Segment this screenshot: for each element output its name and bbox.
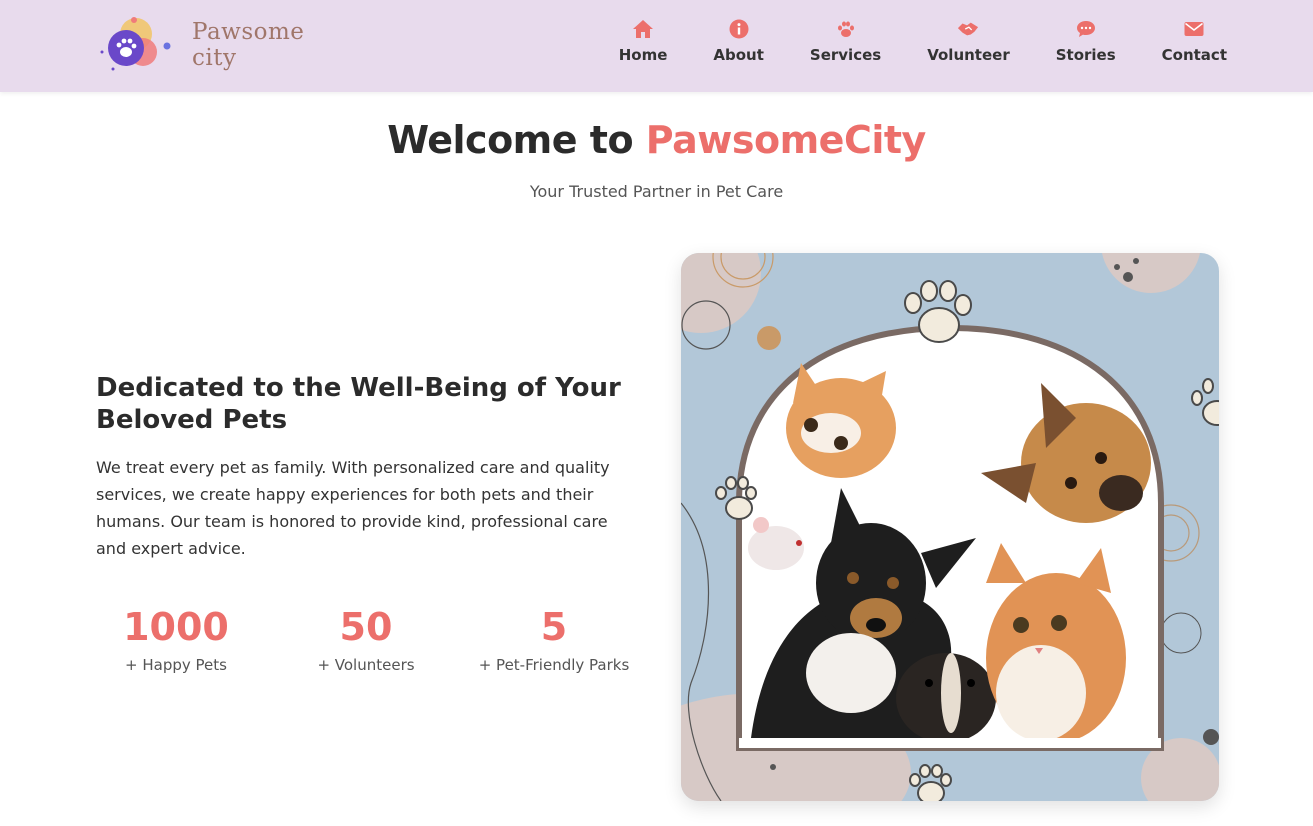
nav-label-stories: Stories [1055, 46, 1116, 64]
chat-icon [1075, 18, 1097, 40]
hero-subtitle: Your Trusted Partner in Pet Care [529, 182, 784, 201]
stats-row: 1000 + Happy Pets 50 + Volunteers 5 + Pe… [96, 604, 656, 694]
stat-label: + Volunteers [317, 656, 415, 674]
nav-item-services[interactable]: Services [810, 18, 881, 74]
stat-value: 1000 [123, 605, 229, 649]
nav-label-volunteer: Volunteer [927, 46, 1010, 64]
info-icon [728, 18, 750, 40]
nav-label-contact: Contact [1161, 46, 1227, 64]
stat-label: + Pet-Friendly Parks [478, 656, 630, 674]
brand-logo[interactable]: Pawsome city [98, 12, 348, 78]
stat-happy-pets: 1000 + Happy Pets [116, 604, 236, 674]
stat-parks: 5 + Pet-Friendly Parks [474, 604, 634, 674]
about-body: We treat every pet as family. With perso… [96, 458, 610, 558]
stat-value: 50 [339, 605, 393, 649]
brand-name: Pawsome city [192, 19, 305, 71]
handshake-icon [957, 18, 979, 40]
home-icon [632, 18, 654, 40]
hero-title-accent: PawsomeCity [645, 118, 927, 162]
hero-title-prefix: Welcome to [387, 118, 634, 162]
main-nav: Home About Services Volunteer Stories Co… [573, 18, 1227, 74]
pets-photo-card [681, 253, 1219, 801]
envelope-icon [1183, 18, 1205, 40]
about-heading: Dedicated to the Well-Being of Your Belo… [96, 373, 621, 435]
nav-item-volunteer[interactable]: Volunteer [927, 18, 1010, 74]
nav-item-about[interactable]: About [713, 18, 764, 74]
logo-paw-icon [98, 12, 176, 78]
nav-item-contact[interactable]: Contact [1162, 18, 1227, 74]
pets-collage-illustration [681, 253, 1219, 801]
stat-label: + Happy Pets [125, 656, 227, 674]
nav-label-services: Services [809, 46, 882, 64]
hero-title: Welcome to PawsomeCity [0, 118, 1313, 162]
nav-item-home[interactable]: Home [618, 18, 668, 74]
stat-volunteers: 50 + Volunteers [306, 604, 426, 674]
nav-label-about: About [713, 46, 764, 64]
stat-value: 5 [540, 605, 568, 649]
nav-label-home: Home [618, 46, 668, 64]
site-header: Pawsome city Home About Services Volunte… [0, 0, 1313, 92]
paw-icon [835, 18, 857, 40]
nav-item-stories[interactable]: Stories [1056, 18, 1116, 74]
